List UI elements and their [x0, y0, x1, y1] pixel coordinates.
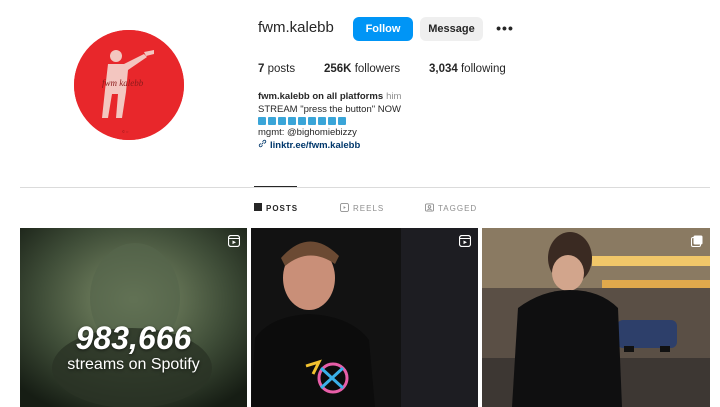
message-button[interactable]: Message [420, 17, 483, 41]
following-label: following [460, 63, 506, 75]
bio-emoji-square [278, 117, 286, 125]
bio-link-text: linktr.ee/fwm.kalebb [270, 140, 361, 151]
bio-line-mgmt: mgmt: @bighomiebizzy [258, 127, 357, 138]
bio-emoji-square [268, 117, 276, 125]
bio-emoji-square [288, 117, 296, 125]
followers-label: followers [354, 63, 401, 75]
bio-emoji-square [258, 117, 266, 125]
svg-text:© ○: © ○ [122, 129, 129, 134]
follow-button[interactable]: Follow [353, 17, 413, 41]
bio-emoji-square [298, 117, 306, 125]
post-thumbnail-1[interactable]: 983,666 streams on Spotify [20, 228, 247, 407]
bio-emoji-row [258, 117, 518, 125]
tab-posts-label: POSTS [266, 203, 299, 213]
active-tab-indicator [254, 186, 297, 187]
grid-icon [254, 203, 262, 213]
bio-emoji-square [338, 117, 346, 125]
reel-icon [458, 234, 472, 248]
link-icon [258, 139, 267, 152]
followers-count: 256K [324, 63, 352, 75]
tab-reels[interactable]: REELS [340, 203, 384, 214]
posts-stat: 7 posts [258, 63, 308, 75]
reel-icon [227, 234, 241, 248]
bio-name: fwm.kalebb on all platforms [258, 91, 384, 102]
svg-text:fwm kalebb: fwm kalebb [102, 78, 144, 88]
posts-label: posts [267, 63, 296, 75]
bio-emoji-square [328, 117, 336, 125]
profile-username: fwm.kalebb [258, 19, 334, 36]
tab-reels-label: REELS [353, 204, 385, 213]
bio-line-stream: STREAM "press the button" NOW [258, 104, 401, 115]
followers-stat[interactable]: 256K followers [324, 63, 417, 75]
post-overlay-number: 983,666 [75, 320, 192, 356]
more-options-icon[interactable]: ••• [494, 16, 516, 40]
following-stat[interactable]: 3,034 following [429, 63, 506, 75]
bio-emoji-square [318, 117, 326, 125]
profile-avatar[interactable]: fwm kalebb © ○ [74, 30, 184, 140]
post-overlay-text: streams on Spotify [67, 356, 200, 373]
tagged-icon [425, 203, 434, 214]
bio-emoji-square [308, 117, 316, 125]
profile-bio: fwm.kalebb on all platforms him STREAM "p… [258, 90, 518, 152]
following-count: 3,034 [429, 63, 458, 75]
posts-count: 7 [258, 63, 265, 75]
reels-icon [340, 203, 349, 214]
multi-photo-icon [691, 234, 703, 247]
tab-posts[interactable]: POSTS [254, 203, 298, 213]
bio-pronouns: him [386, 91, 402, 102]
tab-tagged[interactable]: TAGGED [425, 203, 477, 214]
tab-divider [20, 187, 710, 188]
tab-tagged-label: TAGGED [438, 204, 478, 213]
bio-link[interactable]: linktr.ee/fwm.kalebb [258, 139, 518, 152]
profile-stats: 7 posts 256K followers 3,034 following [258, 63, 524, 75]
post-thumbnail-3[interactable] [482, 228, 710, 407]
post-thumbnail-2[interactable] [251, 228, 478, 407]
